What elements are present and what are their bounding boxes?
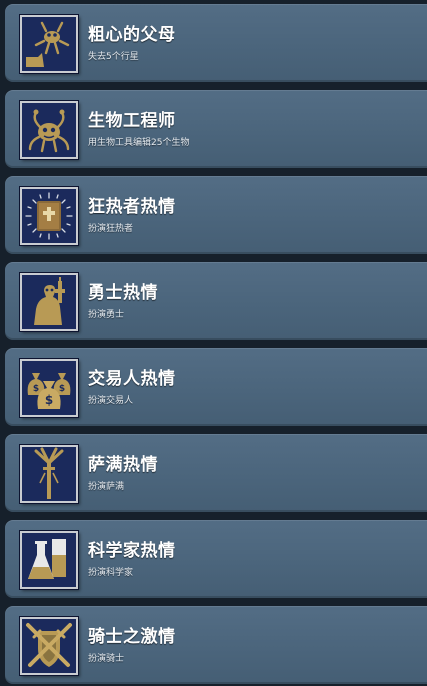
- lab-flask-icon: [20, 531, 78, 589]
- svg-text:$: $: [59, 384, 65, 394]
- achievement-title: 勇士热情: [88, 283, 158, 303]
- achievement-card[interactable]: 粗心的父母 失去5个行星: [5, 4, 427, 82]
- achievement-title: 萨满热情: [88, 455, 158, 475]
- achievement-description: 扮演萨满: [88, 482, 125, 492]
- achievement-title: 粗心的父母: [88, 25, 176, 45]
- creature-editor-icon: [20, 101, 78, 159]
- money-bags-icon: $ $ $: [20, 359, 78, 417]
- achievement-card[interactable]: 科学家热情 扮演科学家: [5, 520, 427, 598]
- achievement-title: 狂热者热情: [88, 197, 176, 217]
- achievement-card[interactable]: 勇士热情 扮演勇士: [5, 262, 427, 340]
- achievement-card[interactable]: 狂热者热情 扮演狂热者: [5, 176, 427, 254]
- achievement-description: 扮演勇士: [88, 310, 125, 320]
- falling-creature-icon: [20, 15, 78, 73]
- crossed-swords-shield-icon: [20, 617, 78, 675]
- achievement-card[interactable]: 萨满热情 扮演萨满: [5, 434, 427, 512]
- achievement-title: 生物工程师: [88, 111, 176, 131]
- achievement-description: 扮演科学家: [88, 568, 134, 578]
- svg-text:$: $: [45, 393, 53, 407]
- achievement-card[interactable]: 生物工程师 用生物工具编辑25个生物: [5, 90, 427, 168]
- achievement-list: 粗心的父母 失去5个行星 生物工程师 用生物工具编辑25个生物 狂热者热情 扮演…: [0, 0, 427, 686]
- achievement-description: 扮演骑士: [88, 654, 125, 664]
- achievement-title: 科学家热情: [88, 541, 176, 561]
- holy-book-icon: [20, 187, 78, 245]
- achievement-description: 失去5个行星: [88, 52, 139, 62]
- warrior-with-gun-icon: [20, 273, 78, 331]
- shaman-staff-icon: [20, 445, 78, 503]
- achievement-description: 用生物工具编辑25个生物: [88, 138, 190, 148]
- achievement-card[interactable]: 骑士之激情 扮演骑士: [5, 606, 427, 684]
- achievement-description: 扮演交易人: [88, 396, 134, 406]
- achievement-card[interactable]: $ $ $ 交易人热情 扮演交易人: [5, 348, 427, 426]
- achievement-description: 扮演狂热者: [88, 224, 134, 234]
- achievement-title: 交易人热情: [88, 369, 176, 389]
- svg-text:$: $: [33, 384, 39, 394]
- achievement-title: 骑士之激情: [88, 627, 176, 647]
